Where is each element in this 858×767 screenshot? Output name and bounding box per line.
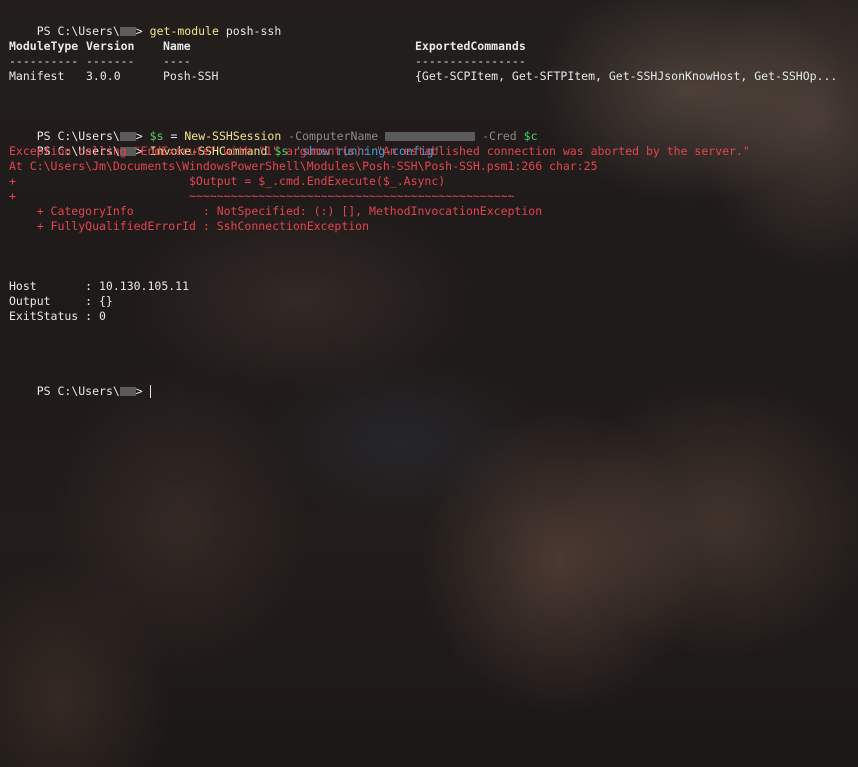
underline-version: ------- [86, 54, 135, 68]
result-output-line: Output : {} [9, 294, 113, 308]
cell-name: Posh-SSH [163, 69, 219, 83]
cell-moduletype: Manifest [9, 69, 65, 83]
underline-exportedcommands: ---------------- [415, 54, 526, 68]
error-categoryinfo-line: + CategoryInfo : NotSpecified: (:) [], M… [9, 204, 543, 218]
param-cred: -Cred [482, 129, 517, 143]
text-cursor[interactable] [149, 385, 151, 398]
underline-name: ---- [163, 54, 191, 68]
header-exportedcommands: ExportedCommands [415, 39, 526, 53]
error-errorid-line: + FullyQualifiedErrorId : SshConnectionE… [9, 219, 370, 233]
prompt-line-invoke-sshcommand: PS C:\Users\ > Invoke-SSHCommand $s 'show… [9, 129, 441, 158]
prompt-text: PS C:\Users\ [36, 24, 120, 38]
error-location-line: At C:\Users\Jm\Documents\WindowsPowerShe… [9, 159, 598, 173]
prompt-line-current[interactable]: PS C:\Users\ > [9, 369, 151, 398]
result-host-line: Host : 10.130.105.11 [9, 279, 190, 293]
module-table-header: ModuleType Version Name ExportedCommands [0, 39, 858, 54]
prompt-line-new-sshsession: PS C:\Users\ > $s = New-SSHSession -Compu… [9, 114, 538, 143]
error-code-line: + $Output = $_.cmd.EndExecute($_.Async) [9, 174, 446, 188]
prompt-suffix: > [135, 24, 143, 38]
prompt-text: PS C:\Users\ [36, 384, 120, 398]
variable-c: $c [523, 129, 538, 143]
header-version: Version [86, 39, 135, 53]
cell-version: 3.0.0 [86, 69, 121, 83]
terminal-window[interactable]: PS C:\Users\ > get-module posh-ssh Module… [0, 0, 858, 767]
underline-moduletype: ---------- [9, 54, 79, 68]
module-table-underline: ---------- ------- ---- ---------------- [0, 54, 858, 69]
module-table-row: Manifest 3.0.0 Posh-SSH {Get-SCPItem, Ge… [0, 69, 858, 84]
header-moduletype: ModuleType [9, 39, 79, 53]
cell-exportedcommands: {Get-SCPItem, Get-SFTPItem, Get-SSHJsonK… [415, 69, 838, 83]
error-marker-line: + ~~~~~~~~~~~~~~~~~~~~~~~~~~~~~~~~~~~~~~… [9, 189, 515, 203]
prompt-line-get-module: PS C:\Users\ > get-module posh-ssh [9, 9, 282, 38]
error-exception-line: Exception calling "EndExecute" with "1" … [9, 144, 750, 158]
command-name: get-module [149, 24, 219, 38]
redacted-username [119, 27, 136, 36]
command-arg: posh-ssh [225, 24, 282, 38]
prompt-suffix: > [135, 384, 143, 398]
result-exitstatus-line: ExitStatus : 0 [9, 309, 106, 323]
header-name: Name [163, 39, 191, 53]
redacted-username [119, 387, 136, 396]
